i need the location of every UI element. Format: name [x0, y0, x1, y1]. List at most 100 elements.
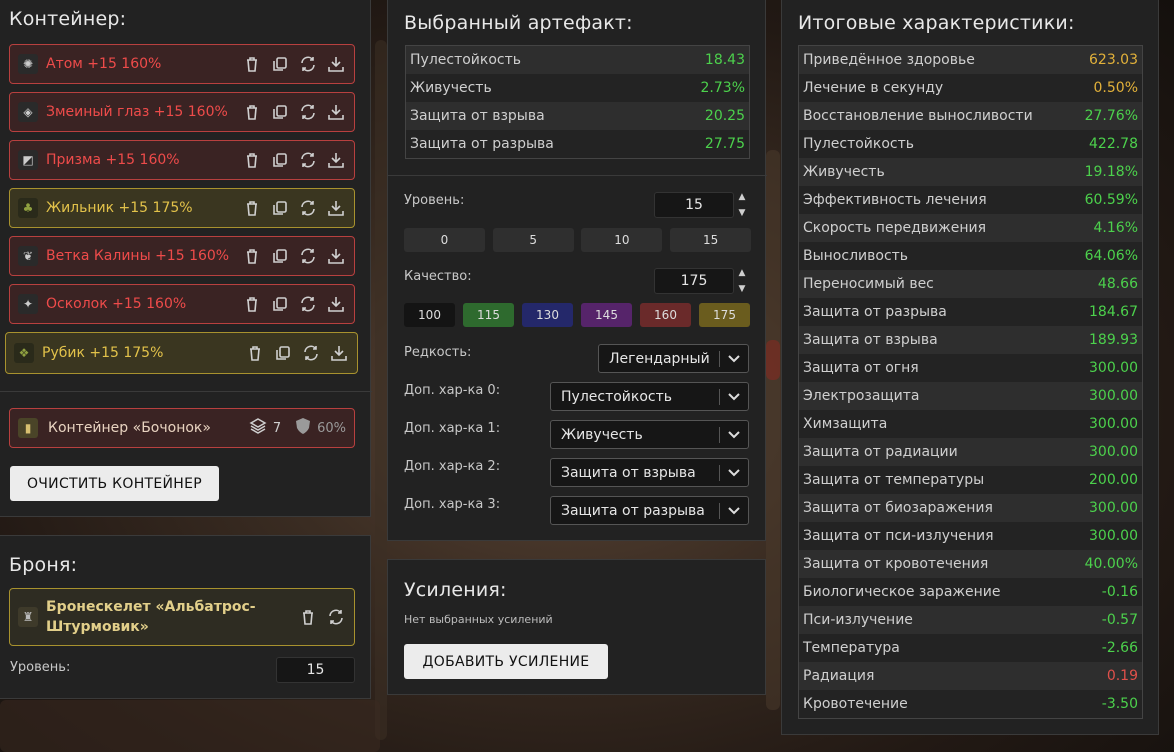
swap-icon[interactable]	[327, 608, 345, 626]
armor-title: Броня:	[9, 554, 78, 576]
container-panel: Контейнер: ✺ Атом +15 160% ◈ Змеиный глаз +…	[0, 0, 372, 517]
table-row: Живучесть 2.73%	[406, 74, 749, 102]
download-icon[interactable]	[327, 151, 345, 169]
download-icon[interactable]	[330, 344, 348, 362]
stat-value: 60.59%	[1084, 192, 1138, 208]
stat-name: Кровотечение	[803, 696, 908, 712]
trash-icon[interactable]	[243, 247, 261, 265]
stat-value: 4.16%	[1093, 220, 1138, 236]
copy-icon[interactable]	[271, 151, 289, 169]
stat-name: Защита от кровотечения	[803, 556, 989, 572]
copy-icon[interactable]	[271, 295, 289, 313]
extra-stat-label: Доп. хар-ка 3:	[404, 497, 501, 512]
level-preset-button[interactable]: 0	[404, 228, 485, 252]
container-artifact-item[interactable]: ✺ Атом +15 160%	[9, 44, 355, 84]
stat-value: 300.00	[1089, 444, 1138, 460]
copy-icon[interactable]	[271, 55, 289, 73]
container-slots: 7	[272, 420, 282, 436]
armor-item[interactable]: ♜ Бронескелет «Альбатрос- Штурмовик»	[9, 588, 355, 646]
clear-container-button[interactable]: ОЧИСТИТЬ КОНТЕЙНЕР	[10, 466, 219, 501]
table-row: Биологическое заражение -0.16	[799, 578, 1142, 606]
extra-stat-select[interactable]: Пулестойкость	[550, 382, 749, 411]
container-artifact-item[interactable]: ◈ Змеиный глаз +15 160%	[9, 92, 355, 132]
container-artifact-item[interactable]: ♣ Жильник +15 175%	[9, 188, 355, 228]
container-artifact-item[interactable]: ❦ Ветка Калины +15 160%	[9, 236, 355, 276]
trash-icon[interactable]	[243, 103, 261, 121]
trash-icon[interactable]	[243, 55, 261, 73]
stat-value: 422.78	[1089, 136, 1138, 152]
trash-icon[interactable]	[299, 608, 317, 626]
quality-preset-button[interactable]: 145	[581, 303, 632, 327]
table-row: Температура -2.66	[799, 634, 1142, 662]
swap-icon[interactable]	[299, 151, 317, 169]
container-artifact-item[interactable]: ❖ Рубик +15 175%	[5, 332, 358, 374]
quality-preset-button[interactable]: 175	[699, 303, 750, 327]
download-icon[interactable]	[327, 247, 345, 265]
level-input[interactable]: 15	[654, 192, 734, 218]
boosts-empty-text: Нет выбранных усилений	[404, 613, 553, 626]
layers-icon	[249, 417, 267, 439]
swap-icon[interactable]	[299, 247, 317, 265]
quality-preset-button[interactable]: 160	[640, 303, 691, 327]
swap-icon[interactable]	[299, 103, 317, 121]
stat-value: 189.93	[1089, 332, 1138, 348]
stat-value: 27.75	[704, 136, 745, 152]
quality-stepper[interactable]: ▲ ▼	[736, 268, 748, 294]
table-row: Пси-излучение -0.57	[799, 606, 1142, 634]
trash-icon[interactable]	[243, 295, 261, 313]
level-preset-button[interactable]: 10	[581, 228, 663, 252]
trash-icon[interactable]	[243, 151, 261, 169]
download-icon[interactable]	[327, 295, 345, 313]
stat-name: Радиация	[803, 668, 875, 684]
extra-stat-select[interactable]: Защита от разрыва	[550, 496, 749, 525]
stat-value: -0.16	[1101, 584, 1138, 600]
extra-stat-select[interactable]: Защита от взрыва	[550, 458, 749, 487]
swap-icon[interactable]	[302, 344, 320, 362]
add-boost-button[interactable]: ДОБАВИТЬ УСИЛЕНИЕ	[404, 644, 608, 679]
armor-level-input[interactable]: 15	[276, 657, 355, 683]
level-preset-button[interactable]: 5	[492, 228, 574, 252]
artifact-item-label: Змеиный глаз +15 160%	[46, 104, 228, 120]
table-row: Защита от биозаражения 300.00	[799, 494, 1142, 522]
level-stepper[interactable]: ▲ ▼	[736, 192, 748, 218]
container-box[interactable]: ▮ Контейнер «Бочонок» 7 60%	[9, 408, 355, 448]
copy-icon[interactable]	[274, 344, 292, 362]
container-artifact-item[interactable]: ◩ Призма +15 160%	[9, 140, 355, 180]
download-icon[interactable]	[327, 199, 345, 217]
download-icon[interactable]	[327, 55, 345, 73]
stat-value: 64.06%	[1084, 248, 1138, 264]
background-machinery	[0, 700, 380, 752]
swap-icon[interactable]	[299, 199, 317, 217]
table-row: Кровотечение -3.50	[799, 690, 1142, 718]
container-artifact-item[interactable]: ✦ Осколок +15 160%	[9, 284, 355, 324]
table-row: Защита от взрыва 189.93	[799, 326, 1142, 354]
armor-panel: Броня: ♜ Бронескелет «Альбатрос- Штурмов…	[0, 535, 371, 699]
extra-stat-select[interactable]: Живучесть	[550, 420, 749, 449]
artifact-item-label: Осколок +15 160%	[46, 296, 187, 312]
quality-preset-button[interactable]: 115	[463, 303, 514, 327]
download-icon[interactable]	[327, 103, 345, 121]
chevron-down-icon	[727, 464, 741, 480]
stat-value: 0.50%	[1093, 80, 1138, 96]
copy-icon[interactable]	[271, 103, 289, 121]
swap-icon[interactable]	[299, 295, 317, 313]
quality-preset-button[interactable]: 130	[522, 303, 573, 327]
stat-name: Химзащита	[803, 416, 888, 432]
shard-icon: ✦	[18, 294, 38, 314]
swap-icon[interactable]	[299, 55, 317, 73]
level-preset-button[interactable]: 15	[670, 228, 752, 252]
background-machinery	[766, 150, 780, 710]
table-row: Приведённое здоровье 623.03	[799, 46, 1142, 74]
stat-name: Защита от взрыва	[803, 332, 938, 348]
stat-value: 2.73%	[700, 80, 745, 96]
trash-icon[interactable]	[246, 344, 264, 362]
quality-input[interactable]: 175	[654, 268, 734, 294]
copy-icon[interactable]	[271, 247, 289, 265]
kalina-branch-icon: ❦	[18, 246, 38, 266]
stat-value: 300.00	[1089, 528, 1138, 544]
copy-icon[interactable]	[271, 199, 289, 217]
quality-preset-button[interactable]: 100	[404, 303, 455, 327]
trash-icon[interactable]	[243, 199, 261, 217]
stat-value: 300.00	[1089, 500, 1138, 516]
rarity-select[interactable]: Легендарный	[598, 344, 749, 373]
